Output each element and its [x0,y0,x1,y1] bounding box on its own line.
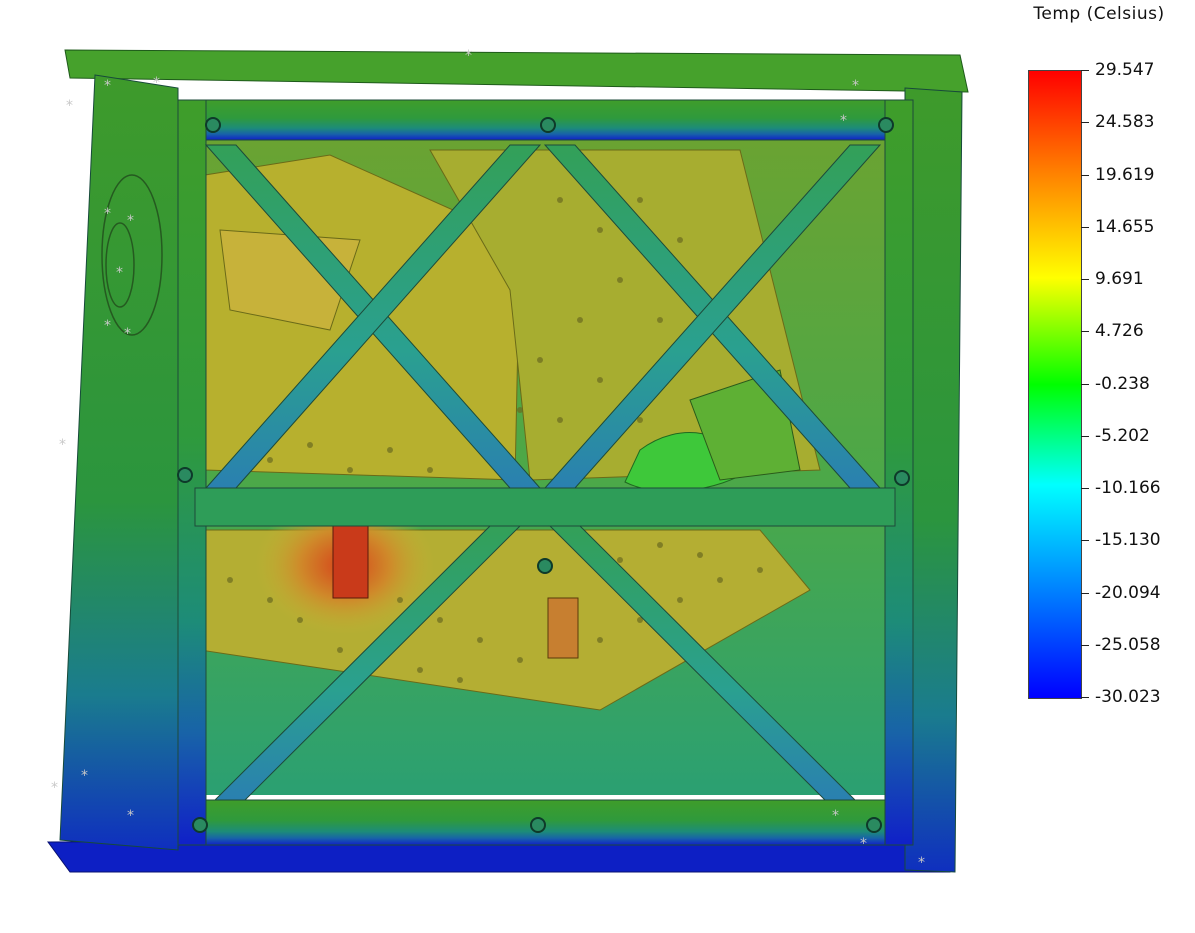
legend-tick-label: -5.202 [1095,425,1150,446]
legend-tick-label: -25.058 [1095,634,1161,655]
svg-text:*: * [153,75,160,91]
svg-text:*: * [124,326,131,342]
legend-tick-label: 29.547 [1095,60,1155,80]
legend-tick [1081,644,1089,646]
legend-tick [1081,592,1089,594]
legend-tick-label: 19.619 [1095,164,1155,185]
legend-tick-label: -10.166 [1095,478,1161,498]
svg-text:*: * [860,836,867,852]
legend-tick-label: -0.238 [1095,373,1150,394]
legend-title: Temp (Celsius) [1033,4,1165,24]
legend-tick [1081,697,1089,698]
svg-text:*: * [66,98,73,114]
svg-text:*: * [104,206,111,222]
legend-tick [1081,435,1089,437]
legend-tick [1081,226,1089,228]
svg-text:*: * [918,855,925,871]
legend-tick [1081,540,1089,542]
legend-tick-label: -30.023 [1095,687,1161,707]
svg-text:*: * [127,808,134,824]
legend-tick-label: 9.691 [1095,269,1144,289]
legend-tick-label: 24.583 [1095,112,1155,133]
legend-tick [1081,122,1089,124]
legend-tick-label: -20.094 [1095,582,1161,603]
svg-text:*: * [81,768,88,784]
legend-tick-label: -15.130 [1095,530,1161,551]
svg-text:*: * [104,318,111,334]
colorbar [1028,70,1082,699]
svg-text:*: * [104,78,111,94]
legend-tick [1081,174,1089,176]
legend-tick [1081,70,1089,71]
svg-text:*: * [852,78,859,94]
svg-text:*: * [465,48,472,64]
svg-text:*: * [832,808,839,824]
svg-text:*: * [127,213,134,229]
legend-tick [1081,383,1089,385]
svg-text:*: * [840,113,847,129]
svg-text:*: * [59,437,66,453]
temperature-legend: Temp (Celsius) 29.547 24.583 19.619 14.655 9… [1003,0,1195,715]
legend-tick [1081,331,1089,333]
legend-tick-label: 14.655 [1095,216,1155,237]
svg-text:*: * [51,780,58,796]
svg-text:*: * [116,265,123,281]
legend-tick-label: 4.726 [1095,321,1144,342]
legend-tick [1081,279,1089,280]
legend-tick [1081,488,1089,489]
